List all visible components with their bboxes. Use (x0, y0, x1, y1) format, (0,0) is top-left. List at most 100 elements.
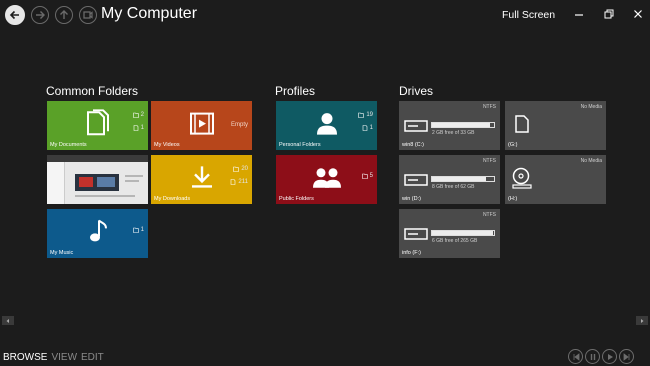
tile-my-music[interactable]: 1 My Music (47, 209, 148, 258)
restore-button[interactable] (602, 7, 616, 21)
file-icon (231, 179, 236, 185)
tile-label: Personal Folders (279, 142, 321, 148)
tab-view[interactable]: VIEW (51, 352, 77, 363)
filesystem-label: NTFS (482, 104, 496, 110)
folder-icon (233, 166, 240, 172)
folder-count: 2 (132, 112, 144, 118)
optical-drive-icon (512, 167, 532, 189)
preview-sidebar (47, 162, 65, 204)
preview-image (79, 177, 93, 187)
filesystem-label: NTFS (482, 212, 496, 218)
folder-count: 5 (361, 173, 373, 179)
skip-forward-icon (623, 352, 629, 361)
group-title-common-folders: Common Folders (46, 84, 139, 98)
view-button[interactable] (79, 6, 97, 24)
tab-edit[interactable]: EDIT (81, 352, 104, 363)
video-icon (189, 112, 214, 135)
tile-drive-h[interactable]: No Media (H:) (505, 155, 606, 204)
tile-label: (H:) (508, 196, 518, 202)
drive-usage-bar (431, 230, 495, 236)
empty-status: Empty (230, 122, 248, 128)
play-icon (607, 353, 613, 360)
folder-count: 19 (358, 112, 373, 118)
scroll-left-icon (6, 318, 9, 323)
back-arrow-icon (9, 10, 19, 20)
tile-label: My Videos (154, 142, 180, 148)
documents-icon (86, 108, 109, 135)
sd-card-icon (515, 115, 529, 133)
tile-drive-c[interactable]: NTFS 2 GB free of 33 GB win8 (C:) (399, 101, 500, 150)
file-count: 1 (133, 125, 144, 131)
download-icon (191, 165, 212, 188)
file-icon (362, 125, 367, 131)
drive-usage-fill (432, 231, 493, 235)
filesystem-label: NTFS (482, 158, 496, 164)
folder-icon (132, 227, 139, 233)
close-icon (634, 10, 642, 18)
tile-drive-d[interactable]: NTFS 8 GB free of 62 GB win (D:) (399, 155, 500, 204)
hard-drive-icon (404, 228, 428, 240)
group-title-drives: Drives (399, 84, 434, 98)
tile-label: info (F:) (402, 250, 421, 256)
tile-label: My Downloads (154, 196, 191, 202)
forward-button[interactable] (31, 6, 49, 24)
restore-icon (604, 9, 614, 19)
tile-public-folders[interactable]: 5 Public Folders (276, 155, 377, 204)
file-icon (133, 125, 138, 131)
fullscreen-button[interactable]: Full Screen (502, 9, 555, 21)
tile-pictures-preview[interactable] (47, 155, 148, 204)
back-button[interactable] (5, 5, 25, 25)
drive-usage-bar (431, 122, 495, 128)
drive-usage-bar (431, 176, 495, 182)
pause-button[interactable] (585, 349, 600, 364)
preview-titlebar (47, 155, 148, 162)
hard-drive-icon (404, 120, 428, 132)
minimize-icon (575, 14, 583, 16)
forward-arrow-icon (36, 11, 45, 19)
folder-icon (358, 112, 365, 118)
tile-my-videos[interactable]: Empty My Videos (151, 101, 252, 150)
play-button[interactable] (602, 349, 617, 364)
up-button[interactable] (55, 6, 73, 24)
tile-my-downloads[interactable]: 20 211 My Downloads (151, 155, 252, 204)
close-button[interactable] (631, 7, 645, 21)
tab-browse[interactable]: BROWSE (3, 352, 47, 363)
folder-count: 1 (132, 227, 144, 233)
skip-back-icon (573, 352, 579, 361)
folder-count: 20 (233, 166, 248, 172)
scroll-left-button[interactable] (2, 316, 14, 325)
minimize-button[interactable] (572, 7, 586, 21)
user-icon (316, 112, 337, 135)
drive-usage-fill (432, 177, 486, 181)
folder-icon (132, 112, 139, 118)
tile-drive-g[interactable]: No Media (G:) (505, 101, 606, 150)
tile-label: (G:) (508, 142, 518, 148)
drive-free-space: 8 GB free of 62 GB (432, 184, 475, 190)
bottom-tabs: BROWSE VIEW EDIT (3, 352, 104, 363)
preview-text-line (75, 195, 135, 197)
music-note-icon (89, 219, 107, 241)
drive-free-space: 6 GB free of 265 GB (432, 238, 478, 244)
tile-label: win (D:) (402, 196, 421, 202)
preview-text-line (125, 180, 139, 182)
file-count: 211 (230, 179, 248, 185)
file-count: 1 (362, 125, 373, 131)
page-title: My Computer (101, 5, 198, 22)
drive-usage-fill (432, 123, 491, 127)
tile-label: win8 (C:) (402, 142, 425, 148)
group-title-profiles: Profiles (275, 84, 316, 98)
scroll-right-button[interactable] (636, 316, 648, 325)
scroll-right-icon (641, 318, 644, 323)
media-status: No Media (580, 104, 602, 110)
hard-drive-icon (404, 174, 428, 186)
previous-button[interactable] (568, 349, 583, 364)
media-status: No Media (580, 158, 602, 164)
users-icon (312, 167, 341, 188)
tile-drive-f[interactable]: NTFS 6 GB free of 265 GB info (F:) (399, 209, 500, 258)
preview-text-line (125, 175, 143, 177)
drive-free-space: 2 GB free of 33 GB (432, 130, 475, 136)
next-button[interactable] (619, 349, 634, 364)
tile-personal-folders[interactable]: 19 1 Personal Folders (276, 101, 377, 150)
tile-my-documents[interactable]: 2 1 My Documents (47, 101, 148, 150)
preview-image (97, 177, 115, 187)
